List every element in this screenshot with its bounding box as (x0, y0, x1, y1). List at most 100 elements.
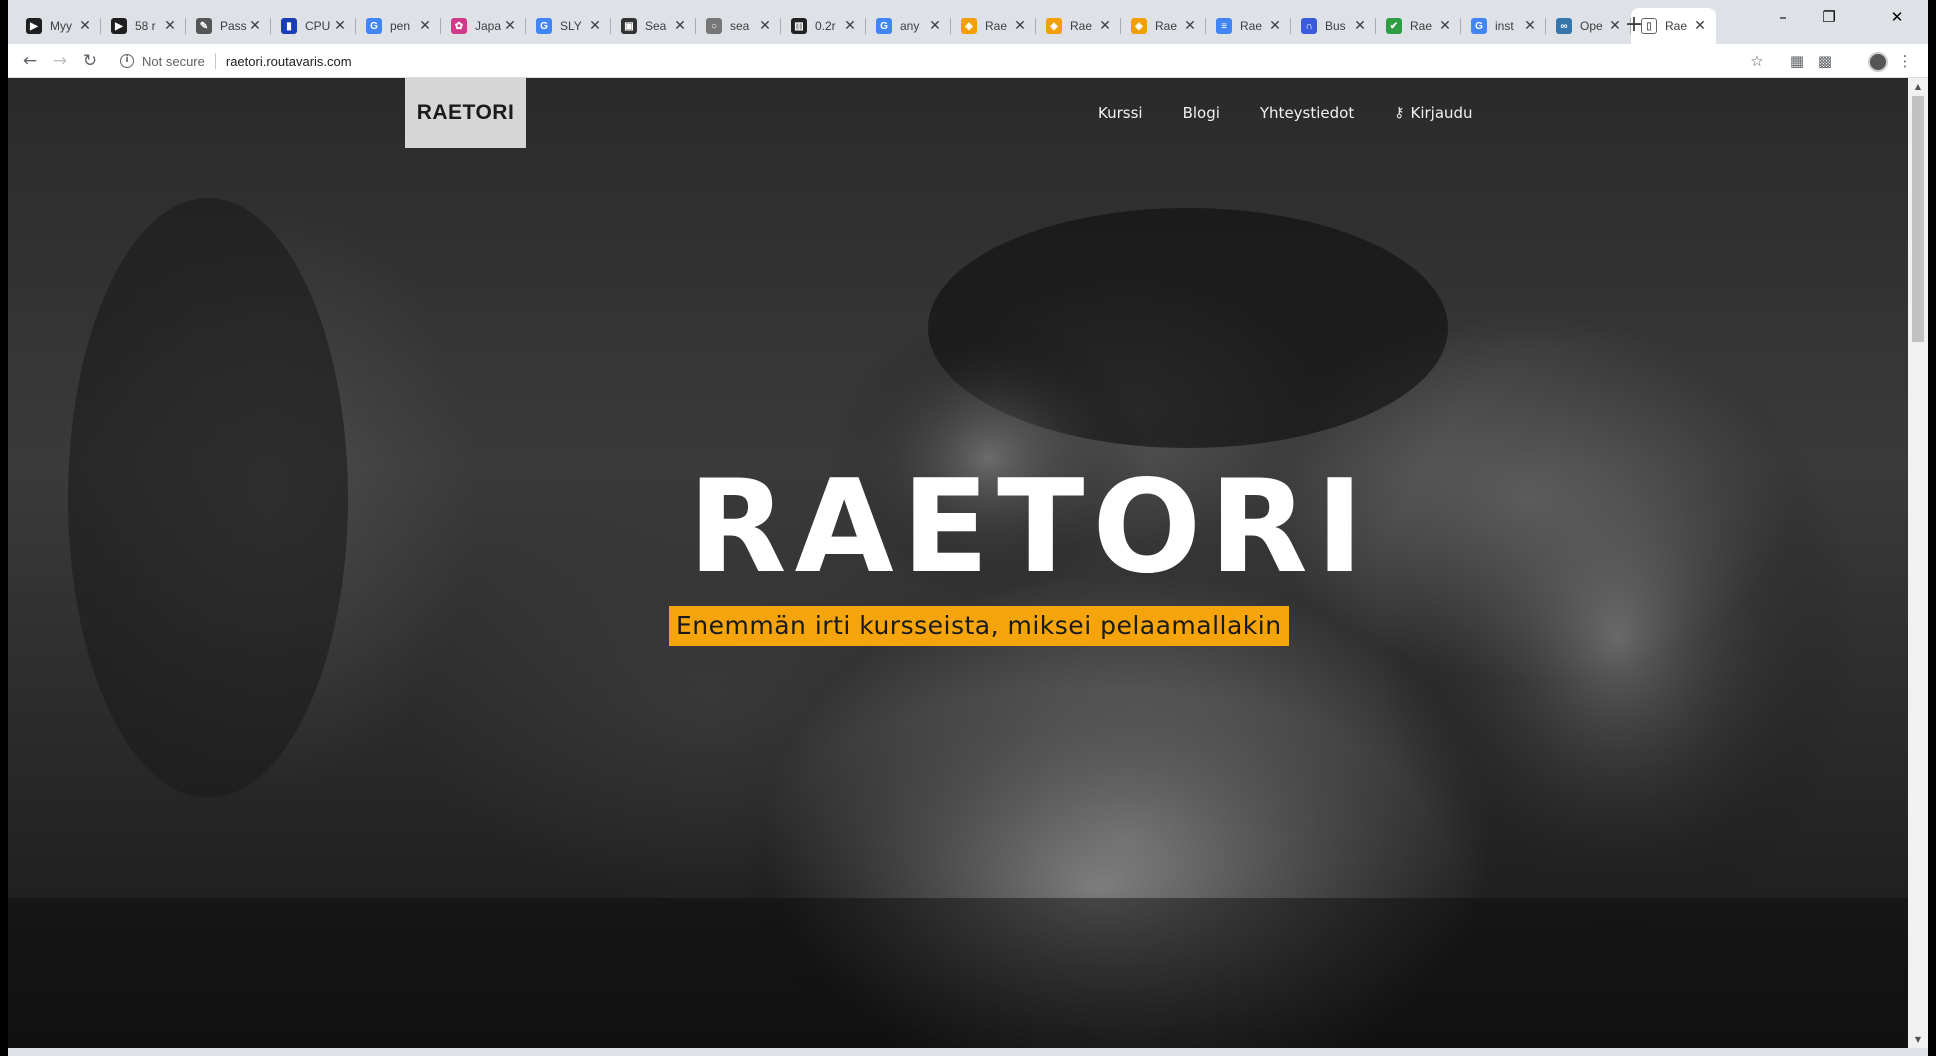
tab-close-icon[interactable]: ✕ (77, 18, 93, 34)
forward-button[interactable]: → (48, 49, 72, 73)
scroll-down-arrow-icon[interactable]: ▼ (1908, 1031, 1928, 1048)
qr-extension-icon[interactable]: ▦ (1788, 52, 1806, 70)
tab-title: 0.2r (815, 19, 836, 33)
check-icon: ✔ (1386, 18, 1402, 34)
tab-close-icon[interactable]: ✕ (417, 18, 433, 34)
docs-icon: ≡ (1216, 18, 1232, 34)
tab-title: CPU (305, 19, 331, 33)
tab-title: Myy (50, 19, 72, 33)
bag-icon: ▣ (621, 18, 637, 34)
qr-code-icon[interactable]: ▩ (1816, 52, 1834, 70)
browser-tab[interactable]: ▥ 0.2r ✕ (781, 8, 866, 44)
tab-close-icon[interactable]: ✕ (1012, 18, 1028, 34)
browser-tab[interactable]: ✎ Pass ✕ (186, 8, 271, 44)
tab-close-icon[interactable]: ✕ (1182, 18, 1198, 34)
tab-close-icon[interactable]: ✕ (842, 18, 858, 34)
film-icon: ▥ (791, 18, 807, 34)
browser-tab[interactable]: ≡ Rae ✕ (1206, 8, 1291, 44)
tab-close-icon[interactable]: ✕ (332, 18, 348, 34)
profile-avatar[interactable] (1868, 52, 1888, 72)
tab-strip: ▶ Myy ✕ ▶ 58 r ✕ ✎ Pass ✕ ▮ CPU ✕ Gpen ✕ ✿ Japa ✕ G SLY ✕ ▣ S… (8, 0, 1928, 44)
browser-tab[interactable]: ○ sea ✕ (696, 8, 781, 44)
url-text[interactable]: raetori.routavaris.com (226, 54, 352, 69)
browser-tab[interactable]: ✔ Rae ✕ (1376, 8, 1461, 44)
tab-title: Bus (1325, 19, 1346, 33)
browser-tab[interactable]: ◈ Rae ✕ (1036, 8, 1121, 44)
nav-blogi[interactable]: Blogi (1183, 104, 1220, 122)
tab-title: Rae (1070, 19, 1093, 33)
back-button[interactable]: ← (18, 49, 42, 73)
info-icon[interactable]: i (120, 54, 134, 68)
bus-icon: ∩ (1301, 18, 1317, 34)
browser-tab[interactable]: ✿ Japa ✕ (441, 8, 526, 44)
site-logo[interactable]: RAETORI (405, 78, 526, 148)
tab-title: Rae (1155, 19, 1178, 33)
tab-close-icon[interactable]: ✕ (1692, 18, 1708, 34)
browser-tab[interactable]: Gpen ✕ (356, 8, 441, 44)
tab-title: any (900, 19, 920, 33)
security-label[interactable]: Not secure (142, 54, 205, 69)
raetori-icon: ◈ (1131, 18, 1147, 34)
browser-tab[interactable]: Ginst ✕ (1461, 8, 1546, 44)
tab-close-icon[interactable]: ✕ (757, 18, 773, 34)
address-bar[interactable]: i Not secure raetori.routavaris.com (120, 48, 1760, 74)
hero-tagline: Enemmän irti kursseista, miksei pelaamal… (669, 606, 1289, 646)
browser-tab[interactable]: ▮ CPU ✕ (271, 8, 356, 44)
tab-close-icon[interactable]: ✕ (1097, 18, 1113, 34)
tab-close-icon[interactable]: ✕ (927, 18, 943, 34)
bookmark-star-icon[interactable]: ☆ (1748, 52, 1766, 70)
reload-button[interactable]: ↻ (78, 49, 102, 73)
tab-close-icon[interactable]: ✕ (247, 18, 263, 34)
browser-tab[interactable]: ▶ 58 r ✕ (101, 8, 186, 44)
tab-title: Ope (1580, 19, 1603, 33)
divider (214, 53, 216, 69)
google-icon: G (536, 18, 552, 34)
tab-close-icon[interactable]: ✕ (587, 18, 603, 34)
browser-tab[interactable]: ◈ Rae ✕ (1121, 8, 1206, 44)
browser-tab[interactable]: ◈ Rae ✕ (951, 8, 1036, 44)
tab-title: Rae (1240, 19, 1263, 33)
tab-close-icon[interactable]: ✕ (502, 18, 518, 34)
browser-tab[interactable]: G SLY ✕ (526, 8, 611, 44)
youtube-icon: ▶ (111, 18, 127, 34)
page-scrollbar[interactable]: ▲ ▼ (1908, 78, 1928, 1048)
new-tab-button[interactable]: + (1620, 12, 1648, 40)
nav-kirjaudu-label: Kirjaudu (1410, 104, 1473, 122)
google-icon: G (366, 18, 382, 34)
browser-menu-icon[interactable]: ⋮ (1896, 52, 1914, 70)
tab-close-icon[interactable]: ✕ (1352, 18, 1368, 34)
key-icon: ⚷ (1394, 105, 1405, 121)
scroll-up-arrow-icon[interactable]: ▲ (1908, 78, 1928, 95)
google-icon: G (876, 18, 892, 34)
tab-close-icon[interactable]: ✕ (1522, 18, 1538, 34)
browser-tab[interactable]: Gany ✕ (866, 8, 951, 44)
tab-title: Rae (1665, 19, 1688, 33)
tab-title: Sea (645, 19, 667, 33)
tab-title: 58 r (135, 19, 156, 33)
tab-list: ▶ Myy ✕ ▶ 58 r ✕ ✎ Pass ✕ ▮ CPU ✕ Gpen ✕ ✿ Japa ✕ G SLY ✕ ▣ S… (16, 8, 1716, 44)
browser-tab[interactable]: ▣ Sea ✕ (611, 8, 696, 44)
browser-tab[interactable]: ∞ Ope ✕ (1546, 8, 1631, 44)
restore-button[interactable]: ❐ (1806, 8, 1852, 32)
browser-tab[interactable]: ▶ Myy ✕ (16, 8, 101, 44)
tab-title: Rae (1410, 19, 1433, 33)
tab-close-icon[interactable]: ✕ (672, 18, 688, 34)
raetori-icon: ◈ (1046, 18, 1062, 34)
python-icon: ∞ (1556, 18, 1572, 34)
close-window-button[interactable]: ✕ (1874, 8, 1920, 32)
tab-title: Pass (220, 19, 247, 33)
minimize-button[interactable]: – (1760, 8, 1806, 32)
japan-icon: ✿ (451, 18, 467, 34)
nav-yhteystiedot[interactable]: Yhteystiedot (1260, 104, 1354, 122)
nav-kirjaudu[interactable]: ⚷ Kirjaudu (1394, 104, 1472, 122)
tab-close-icon[interactable]: ✕ (1437, 18, 1453, 34)
scroll-thumb[interactable] (1912, 96, 1924, 342)
lock-icon: ○ (706, 18, 722, 34)
page-viewport: RAETORI Kurssi Blogi Yhteystiedot ⚷ Kirj… (8, 78, 1908, 1048)
tab-close-icon[interactable]: ✕ (162, 18, 178, 34)
tab-title: sea (730, 19, 750, 33)
nav-kurssi[interactable]: Kurssi (1098, 104, 1143, 122)
browser-tab[interactable]: ∩ Bus ✕ (1291, 8, 1376, 44)
google-icon: G (1471, 18, 1487, 34)
tab-close-icon[interactable]: ✕ (1267, 18, 1283, 34)
